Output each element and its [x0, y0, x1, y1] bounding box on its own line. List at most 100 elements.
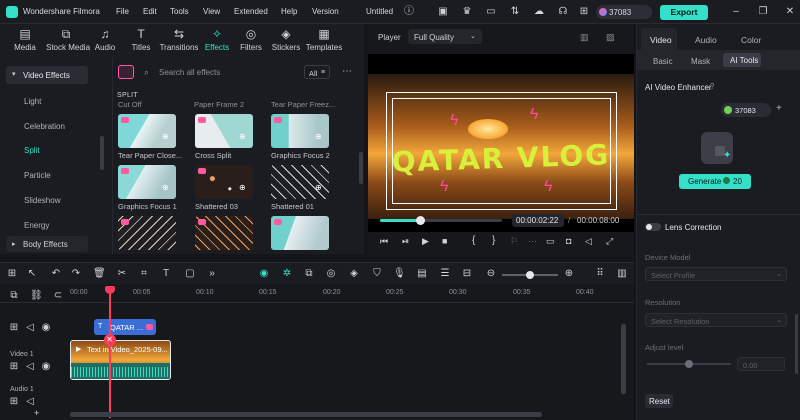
download-icon[interactable]: ⊕: [239, 183, 246, 192]
tab-audio-props[interactable]: Audio: [695, 35, 717, 45]
tab-audio[interactable]: ♫ Audio: [88, 27, 122, 57]
adjust-level-slider[interactable]: [647, 360, 731, 368]
delete-icon[interactable]: 🗑: [93, 268, 106, 280]
grid-view-icon[interactable]: ▥: [580, 32, 589, 43]
menu-help[interactable]: Help: [281, 7, 297, 16]
zoom-handle[interactable]: [526, 271, 534, 279]
track-lock-icon[interactable]: ⊞: [8, 396, 20, 408]
headset-icon[interactable]: ☊: [557, 6, 569, 18]
tab-stickers[interactable]: ◈ Stickers: [268, 27, 304, 57]
add-track-icon[interactable]: ⧉: [8, 290, 20, 302]
magnet-icon[interactable]: ⊂: [52, 290, 64, 302]
category-scrollbar[interactable]: [100, 136, 104, 170]
mic-icon[interactable]: 🎙: [393, 268, 406, 280]
display-icon[interactable]: ▭: [546, 236, 555, 247]
add-credits-icon[interactable]: +: [776, 103, 782, 114]
tab-filters[interactable]: ◎ Filters: [234, 27, 268, 57]
zoom-slider[interactable]: [502, 271, 558, 279]
marker-icon[interactable]: ⚐: [510, 236, 518, 247]
subtab-basic[interactable]: Basic: [653, 57, 673, 66]
track-eye-icon[interactable]: ◉: [40, 322, 52, 334]
track-audio-icon[interactable]: ◁: [24, 361, 36, 373]
filter-dropdown[interactable]: All ≡: [304, 65, 330, 79]
category-light[interactable]: Light: [24, 97, 41, 106]
shape-icon[interactable]: ▢: [184, 268, 196, 280]
time-ruler[interactable]: 00:00 00:05 00:10 00:15 00:20 00:25 00:3…: [66, 284, 634, 302]
zoom-out-icon[interactable]: ⊖: [485, 268, 497, 280]
timeline-vscrollbar[interactable]: [621, 324, 626, 394]
tab-media[interactable]: ▤ Media: [6, 27, 44, 57]
snapshot-view-icon[interactable]: ▨: [606, 32, 615, 43]
tab-stock-media[interactable]: ⧉ Stock Media: [46, 27, 90, 57]
info-icon[interactable]: ⓘ: [403, 6, 415, 18]
speed-icon[interactable]: ⋯: [528, 236, 537, 247]
track-lock-icon[interactable]: ⊞: [8, 361, 20, 373]
track-lock-icon[interactable]: ⊞: [8, 322, 20, 334]
adjust-level-input[interactable]: 0.00: [737, 357, 785, 371]
track-audio-icon[interactable]: ◁: [24, 322, 36, 334]
crop-icon[interactable]: ⌗: [138, 268, 150, 280]
device-model-select[interactable]: Select Profile ⌄: [645, 267, 787, 281]
split-screen-icon[interactable]: ⊟: [461, 268, 473, 280]
prev-frame-icon[interactable]: ⏮: [380, 236, 388, 247]
list-icon[interactable]: ☰: [439, 268, 451, 280]
effect-thumb-shattered-03[interactable]: ⊕: [195, 165, 253, 199]
tab-transitions[interactable]: ⇆ Transitions: [158, 27, 200, 57]
keyframe-icon[interactable]: ◈: [348, 268, 360, 280]
volume-icon[interactable]: ◁: [585, 236, 592, 247]
download-icon[interactable]: ⊕: [315, 132, 322, 141]
minimize-icon[interactable]: –: [730, 6, 742, 18]
effect-thumb-split-c[interactable]: [271, 216, 329, 250]
tab-templates[interactable]: ▦ Templates: [304, 27, 344, 57]
grid-dots-icon[interactable]: ⠿: [594, 268, 606, 280]
snap-icon[interactable]: ✲: [281, 268, 293, 280]
export-button[interactable]: Export: [660, 5, 708, 20]
menu-edit[interactable]: Edit: [143, 7, 157, 16]
camera-icon[interactable]: ◘: [566, 236, 571, 246]
fullscreen-icon[interactable]: ⤢: [606, 236, 613, 247]
credits-badge[interactable]: 37083: [596, 5, 652, 19]
effect-thumb-shattered-01[interactable]: ⊕: [271, 165, 329, 199]
redo-icon[interactable]: ↷: [70, 268, 82, 280]
premium-filter-icon[interactable]: [118, 65, 134, 79]
menu-version[interactable]: Version: [312, 7, 339, 16]
layout-icon[interactable]: ⊞: [6, 268, 18, 280]
title-clip[interactable]: T QATAR ...: [94, 319, 156, 335]
video-clip[interactable]: ▶ Text in Video_2025-09...: [70, 340, 171, 380]
download-icon[interactable]: ⊕: [315, 183, 322, 192]
effect-thumb-cross-split[interactable]: ⊕: [195, 114, 253, 148]
video-effects-header[interactable]: ▾ Video Effects: [6, 66, 88, 84]
select-tool-icon[interactable]: ↖: [26, 268, 38, 280]
quality-dropdown[interactable]: Full Quality ⌄: [408, 29, 482, 44]
menu-file[interactable]: File: [116, 7, 129, 16]
transfer-icon[interactable]: ⇅: [509, 6, 521, 18]
tab-effects[interactable]: ✧ Effects: [200, 27, 234, 57]
timeline-hscrollbar[interactable]: [70, 412, 542, 417]
crown-icon[interactable]: ♛: [461, 6, 473, 18]
lens-correction-toggle[interactable]: [645, 223, 661, 231]
voiceover-icon[interactable]: ▤: [416, 268, 428, 280]
resolution-select[interactable]: Select Resolution ⌄: [645, 313, 787, 327]
generate-button[interactable]: Generate 20: [679, 174, 751, 189]
close-icon[interactable]: ✕: [784, 6, 796, 18]
menu-view[interactable]: View: [203, 7, 220, 16]
shield-icon[interactable]: ⛉: [371, 268, 383, 280]
search-input[interactable]: Search all effects: [159, 68, 220, 77]
playhead-handle[interactable]: [104, 286, 115, 294]
cloud-icon[interactable]: ☁: [533, 6, 545, 18]
ai-credits-badge[interactable]: 37083: [721, 103, 771, 117]
motion-icon[interactable]: ◎: [325, 268, 337, 280]
scissors-icon[interactable]: ✕: [103, 334, 116, 346]
play-reverse-icon[interactable]: ⏯: [402, 236, 409, 247]
download-icon[interactable]: ⊕: [162, 132, 169, 141]
tab-color[interactable]: Color: [741, 35, 761, 45]
render-icon[interactable]: ⧉: [303, 268, 315, 280]
fit-icon[interactable]: ▥: [616, 268, 628, 280]
help-icon[interactable]: ?: [710, 82, 714, 91]
effect-thumb-shattered-b[interactable]: [195, 216, 253, 250]
category-slideshow[interactable]: Slideshow: [24, 196, 60, 205]
tab-titles[interactable]: T Titles: [124, 27, 158, 57]
cut-icon[interactable]: ✂: [116, 268, 128, 280]
more-options-icon[interactable]: ⋯: [342, 66, 352, 77]
play-icon[interactable]: ▶: [422, 236, 429, 247]
